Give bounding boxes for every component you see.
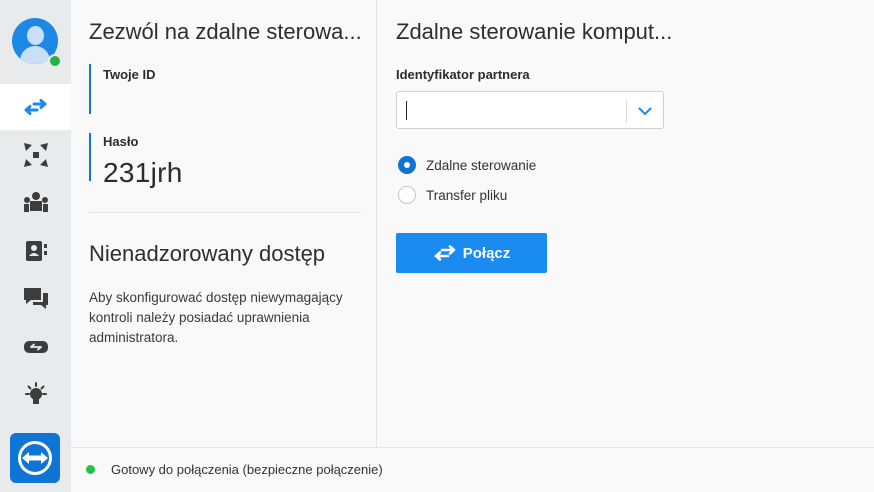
input-separator: [626, 99, 627, 122]
partner-id-input[interactable]: [396, 91, 664, 129]
teamviewer-logo[interactable]: [10, 433, 60, 483]
avatar-head-shape: [27, 26, 44, 45]
radio-remote-control[interactable]: Zdalne sterowanie: [398, 156, 536, 174]
sidebar-item-chat[interactable]: [0, 276, 71, 322]
radio-file-transfer[interactable]: Transfer pliku: [398, 186, 507, 204]
password-block: Hasło 231jrh: [89, 133, 183, 188]
sidebar-item-tips[interactable]: [0, 372, 71, 418]
password-value[interactable]: 231jrh: [103, 157, 183, 189]
contacts-icon: [25, 241, 47, 261]
sidebar-item-remote-control[interactable]: [0, 84, 71, 130]
radio-button-unselected[interactable]: [398, 186, 416, 204]
your-id-block: Twoje ID: [89, 64, 155, 114]
allow-remote-control-title: Zezwól na zdalne sterowa...: [89, 19, 362, 44]
remote-control-icon: [24, 99, 46, 115]
partner-id-label: Identyfikator partnera: [396, 67, 530, 82]
connect-button-label: Połącz: [462, 244, 511, 262]
teamviewer-logo-icon: [18, 441, 52, 475]
password-label: Hasło: [103, 134, 139, 149]
connection-status-dot: [86, 465, 95, 474]
chat-icon: [23, 288, 48, 309]
unattended-access-title: Nienadzorowany dostęp: [89, 241, 326, 266]
online-status-dot: [48, 54, 62, 68]
sidebar-item-augmented-reality[interactable]: [0, 324, 71, 370]
control-remote-computer-panel: Zdalne sterowanie komput... Identyfikato…: [377, 0, 874, 447]
sidebar-item-contacts[interactable]: [0, 228, 71, 274]
text-caret: [406, 101, 407, 120]
control-remote-computer-title: Zdalne sterowanie komput...: [396, 19, 673, 44]
radio-button-selected[interactable]: [398, 156, 416, 174]
meeting-icon: [23, 143, 48, 167]
sidebar-item-meeting[interactable]: [0, 132, 71, 178]
augmented-reality-icon: [23, 341, 48, 353]
radio-remote-control-label: Zdalne sterowanie: [426, 157, 537, 173]
allow-remote-control-panel: Zezwól na zdalne sterowa... Twoje ID Has…: [71, 0, 376, 447]
section-divider: [89, 212, 361, 213]
radio-file-transfer-label: Transfer pliku: [426, 187, 508, 203]
partner-history-dropdown[interactable]: [633, 101, 657, 121]
sidebar: [0, 0, 71, 492]
status-bar: Gotowy do połączenia (bezpieczne połącze…: [71, 447, 874, 492]
your-id-label: Twoje ID: [103, 67, 156, 82]
lightbulb-icon: [24, 382, 47, 404]
connect-arrows-icon: [434, 245, 456, 261]
chevron-down-icon: [638, 107, 652, 115]
sidebar-item-team[interactable]: [0, 180, 71, 226]
avatar-body-shape: [20, 46, 50, 64]
team-icon: [23, 192, 48, 212]
connection-status-text: Gotowy do połączenia (bezpieczne połącze…: [111, 462, 383, 477]
connect-button[interactable]: Połącz: [396, 233, 547, 273]
unattended-access-description: Aby skonfigurować dostęp niewymagający k…: [89, 290, 343, 345]
